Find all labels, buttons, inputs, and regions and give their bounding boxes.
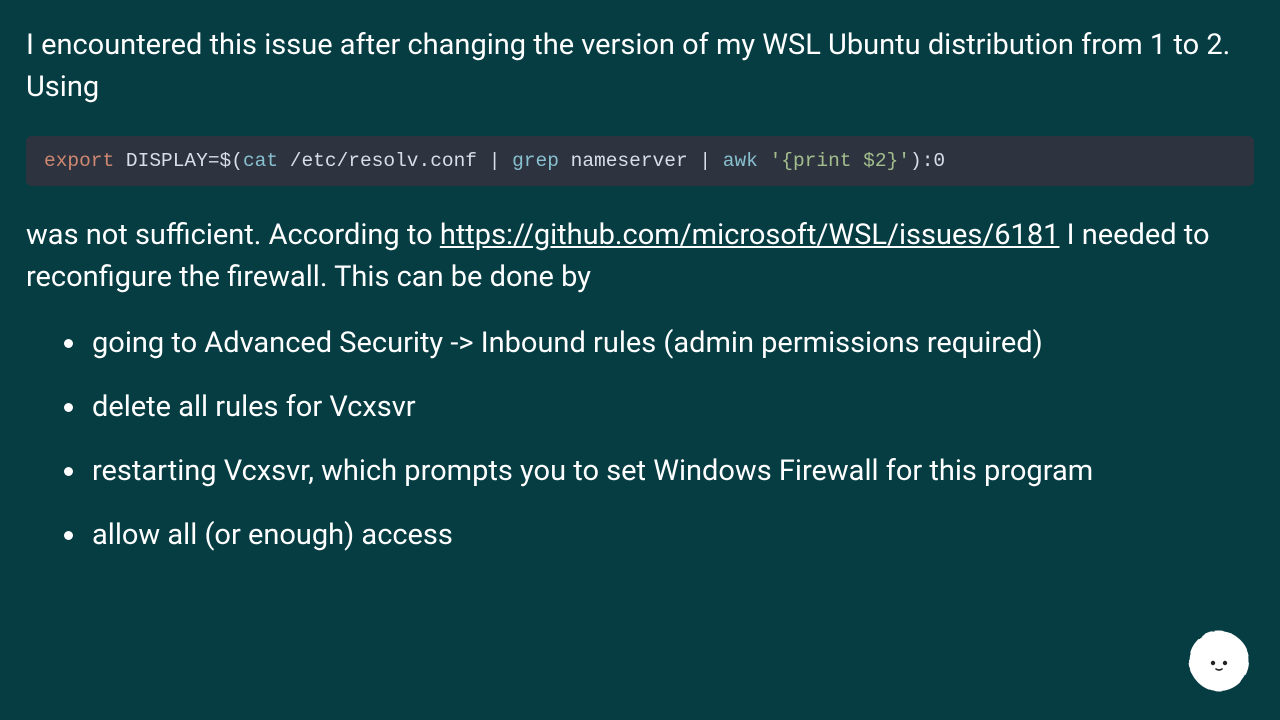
code-token (758, 150, 770, 172)
list-item: allow all (or enough) access (88, 514, 1254, 556)
code-token-cmd: cat (243, 150, 278, 172)
list-item: going to Advanced Security -> Inbound ru… (88, 322, 1254, 364)
issue-link[interactable]: https://github.com/microsoft/WSL/issues/… (440, 218, 1060, 252)
intro-paragraph: I encountered this issue after changing … (26, 24, 1254, 108)
code-token-keyword: export (44, 150, 114, 172)
list-item: restarting Vcxsvr, which prompts you to … (88, 450, 1254, 492)
code-token-tail: ):0 (910, 150, 945, 172)
code-token: nameserver | (559, 150, 723, 172)
steps-list: going to Advanced Security -> Inbound ru… (88, 322, 1254, 556)
list-item: delete all rules for Vcxsvr (88, 386, 1254, 428)
code-token-cmd: grep (512, 150, 559, 172)
code-token-path: /etc/resolv.conf | (290, 150, 512, 172)
para2-pre: was not sufficient. According to (26, 218, 440, 252)
code-token-cmd: awk (723, 150, 758, 172)
code-token (278, 150, 290, 172)
code-token (114, 150, 126, 172)
code-block: export DISPLAY=$(cat /etc/resolv.conf | … (26, 136, 1254, 186)
code-token-lhs: DISPLAY=$( (126, 150, 243, 172)
explanation-paragraph: was not sufficient. According to https:/… (26, 214, 1254, 298)
code-token-string: '{print $2}' (770, 150, 910, 172)
avatar[interactable] (1186, 628, 1252, 694)
